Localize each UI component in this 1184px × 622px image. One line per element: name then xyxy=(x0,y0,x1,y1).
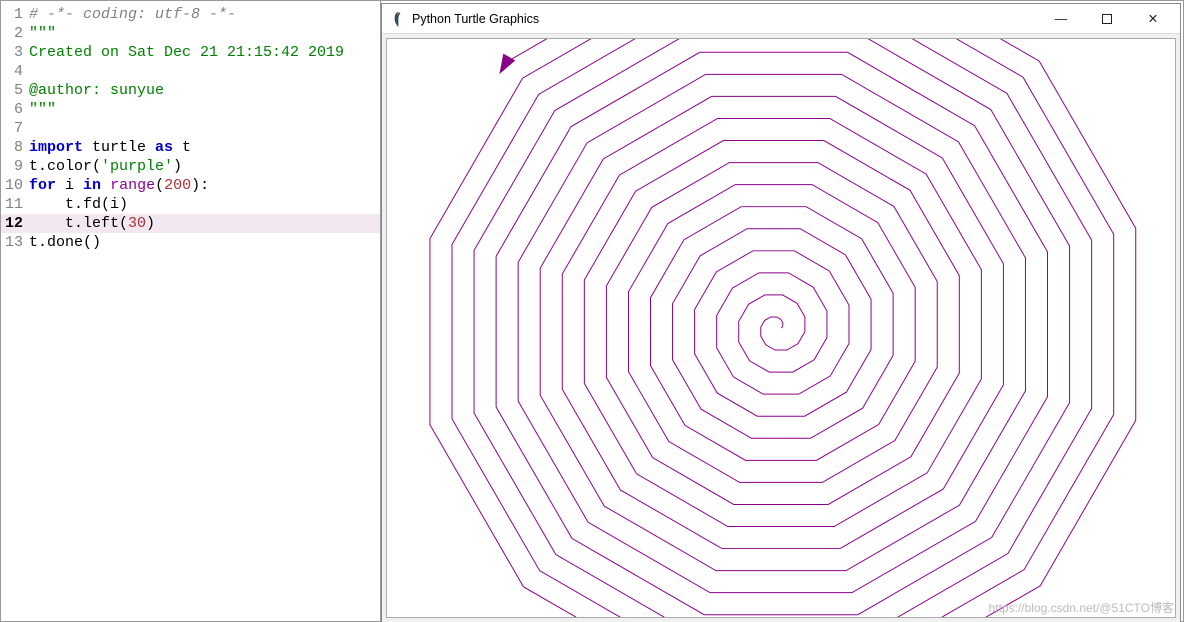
code-text: """ xyxy=(29,24,380,43)
window-titlebar[interactable]: Python Turtle Graphics — ✕ xyxy=(382,4,1180,34)
code-line[interactable]: 3Created on Sat Dec 21 21:15:42 2019 xyxy=(1,43,380,62)
code-line[interactable]: 9t.color('purple') xyxy=(1,157,380,176)
minimize-button[interactable]: — xyxy=(1038,4,1084,34)
maximize-icon xyxy=(1102,14,1112,24)
line-number: 13 xyxy=(1,233,29,252)
turtle-window: Python Turtle Graphics — ✕ xyxy=(381,3,1181,622)
line-number: 9 xyxy=(1,157,29,176)
line-number: 5 xyxy=(1,81,29,100)
close-button[interactable]: ✕ xyxy=(1130,4,1176,34)
window-buttons: — ✕ xyxy=(1038,4,1176,34)
code-line[interactable]: 10for i in range(200): xyxy=(1,176,380,195)
line-number: 7 xyxy=(1,119,29,138)
code-text: @author: sunyue xyxy=(29,81,380,100)
line-number: 1 xyxy=(1,5,29,24)
code-line[interactable]: 13t.done() xyxy=(1,233,380,252)
turtle-canvas xyxy=(387,39,1175,617)
turtle-cursor-icon xyxy=(500,54,514,72)
line-number: 8 xyxy=(1,138,29,157)
python-feather-icon xyxy=(390,11,406,27)
window-title: Python Turtle Graphics xyxy=(412,12,1038,26)
line-number: 12 xyxy=(1,214,29,233)
maximize-button[interactable] xyxy=(1084,4,1130,34)
code-line[interactable]: 2""" xyxy=(1,24,380,43)
code-line[interactable]: 8import turtle as t xyxy=(1,138,380,157)
line-number: 2 xyxy=(1,24,29,43)
code-line[interactable]: 5@author: sunyue xyxy=(1,81,380,100)
code-line[interactable]: 11 t.fd(i) xyxy=(1,195,380,214)
code-text: t.color('purple') xyxy=(29,157,380,176)
turtle-canvas-area xyxy=(386,38,1176,618)
code-line[interactable]: 12 t.left(30) xyxy=(1,214,380,233)
code-text: import turtle as t xyxy=(29,138,380,157)
code-text xyxy=(29,119,380,138)
code-line[interactable]: 1# -*- coding: utf-8 -*- xyxy=(1,5,380,24)
code-text xyxy=(29,62,380,81)
code-line[interactable]: 7 xyxy=(1,119,380,138)
line-number: 6 xyxy=(1,100,29,119)
code-text: t.done() xyxy=(29,233,380,252)
line-number: 10 xyxy=(1,176,29,195)
code-text: t.left(30) xyxy=(29,214,380,233)
code-line[interactable]: 6""" xyxy=(1,100,380,119)
code-line[interactable]: 4 xyxy=(1,62,380,81)
code-text: # -*- coding: utf-8 -*- xyxy=(29,5,380,24)
line-number: 11 xyxy=(1,195,29,214)
line-number: 3 xyxy=(1,43,29,62)
code-text: t.fd(i) xyxy=(29,195,380,214)
line-number: 4 xyxy=(1,62,29,81)
code-text: Created on Sat Dec 21 21:15:42 2019 xyxy=(29,43,380,62)
code-text: for i in range(200): xyxy=(29,176,380,195)
code-editor[interactable]: 1# -*- coding: utf-8 -*-2"""3Created on … xyxy=(1,1,381,621)
code-text: """ xyxy=(29,100,380,119)
spiral-path xyxy=(430,39,1136,617)
